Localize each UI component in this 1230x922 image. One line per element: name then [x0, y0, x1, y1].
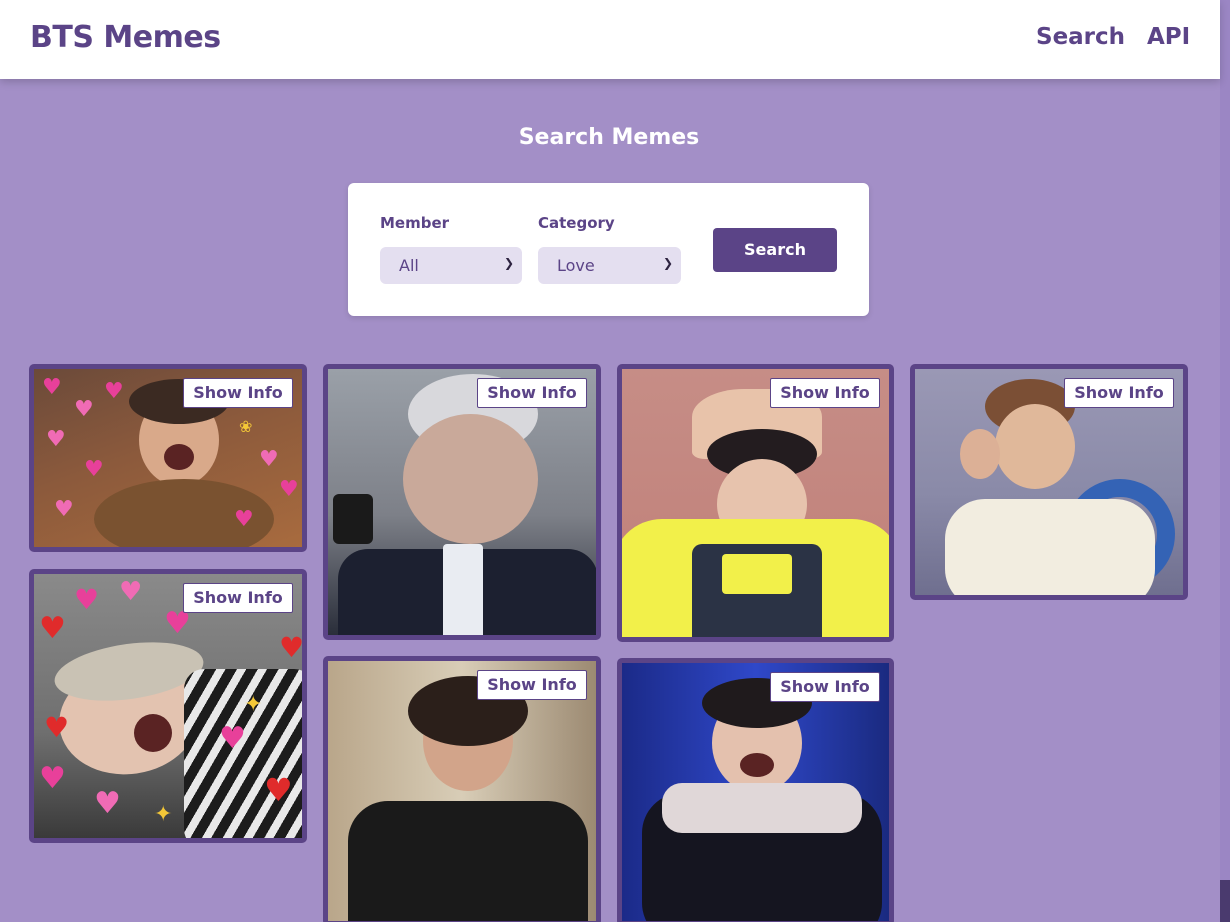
heart-icon: ♥ — [44, 711, 70, 744]
show-info-button[interactable]: Show Info — [1064, 378, 1174, 408]
heart-icon: ♥ — [74, 583, 100, 616]
heart-icon: ♥ — [94, 786, 121, 821]
heart-icon: ♥ — [39, 611, 66, 646]
brand-logo[interactable]: BTS Memes — [30, 20, 221, 55]
member-select[interactable]: All ❯ — [380, 247, 522, 284]
meme-image — [328, 661, 596, 921]
search-submit-button[interactable]: Search — [713, 228, 837, 272]
meme-card[interactable]: ♥ ♥ ♥ ♥ ♥ ❀ ♥ ♥ ♥ ♥ Show Info — [29, 364, 307, 552]
meme-shirt — [348, 801, 588, 921]
chevron-down-icon: ❯ — [503, 256, 514, 270]
category-select[interactable]: Love ❯ — [538, 247, 681, 284]
meme-image — [622, 369, 889, 637]
heart-icon: ♥ — [46, 427, 66, 452]
heart-icon: ♥ — [74, 397, 94, 422]
nav-search-link[interactable]: Search — [1036, 24, 1125, 50]
meme-card[interactable]: Show Info — [323, 364, 601, 640]
meme-card[interactable]: Show Info — [910, 364, 1188, 600]
scrollbar-thumb[interactable] — [1220, 880, 1230, 922]
heart-icon: ♥ — [39, 761, 66, 796]
meme-shirt — [443, 544, 483, 635]
meme-hands-heart — [403, 414, 538, 544]
meme-shirt — [945, 499, 1155, 595]
meme-hand — [960, 429, 1000, 479]
heart-icon: ♥ — [259, 447, 279, 472]
show-info-button[interactable]: Show Info — [477, 378, 587, 408]
scrollbar-track[interactable] — [1220, 0, 1230, 922]
meme-mouth — [164, 444, 194, 470]
show-info-button[interactable]: Show Info — [183, 583, 293, 613]
meme-card[interactable]: ♥ ♥ ♥ ♥ ♥ ♥ ♥ ♥ ♥ ♥ ✦ ✦ Show Info — [29, 569, 307, 843]
heart-icon: ♥ — [54, 497, 74, 522]
meme-mouth — [740, 753, 774, 777]
page-title: Search Memes — [518, 125, 700, 150]
heart-icon: ♥ — [119, 577, 143, 607]
member-label: Member — [380, 214, 450, 232]
heart-icon: ♥ — [264, 771, 293, 809]
heart-icon: ♥ — [219, 721, 246, 756]
category-select-value: Love — [557, 256, 595, 275]
nav-api-link[interactable]: API — [1147, 24, 1190, 50]
heart-icon: ♥ — [84, 457, 104, 482]
meme-image — [328, 369, 596, 635]
meme-overalls-bib — [722, 554, 792, 594]
meme-card[interactable]: Show Info — [323, 656, 601, 922]
show-info-button[interactable]: Show Info — [770, 378, 880, 408]
heart-icon: ♥ — [164, 606, 191, 641]
heart-icon: ♥ — [279, 631, 305, 664]
chevron-down-icon: ❯ — [662, 256, 673, 270]
meme-hands — [662, 783, 862, 833]
top-navbar: BTS Memes Search API — [0, 0, 1220, 79]
heart-icon: ♥ — [234, 507, 254, 532]
show-info-button[interactable]: Show Info — [770, 672, 880, 702]
meme-card[interactable]: Show Info — [617, 658, 894, 922]
show-info-button[interactable]: Show Info — [183, 378, 293, 408]
category-label: Category — [538, 214, 615, 232]
sparkle-icon: ✦ — [244, 692, 263, 717]
meme-card[interactable]: Show Info — [617, 364, 894, 642]
meme-mouth — [134, 714, 172, 752]
search-form: Member All ❯ Category Love ❯ Search — [348, 183, 869, 316]
heart-icon: ♥ — [279, 477, 299, 502]
meme-watch — [333, 494, 373, 544]
heart-icon: ♥ — [104, 379, 124, 404]
meme-face — [995, 404, 1075, 489]
sparkle-icon: ✦ — [154, 802, 173, 827]
show-info-button[interactable]: Show Info — [477, 670, 587, 700]
heart-icon: ♥ — [42, 375, 62, 400]
member-select-value: All — [399, 256, 419, 275]
meme-image: ♥ ♥ ♥ ♥ ♥ ♥ ♥ ♥ ♥ ♥ ✦ ✦ — [34, 574, 302, 838]
sunflower-icon: ❀ — [239, 417, 253, 436]
